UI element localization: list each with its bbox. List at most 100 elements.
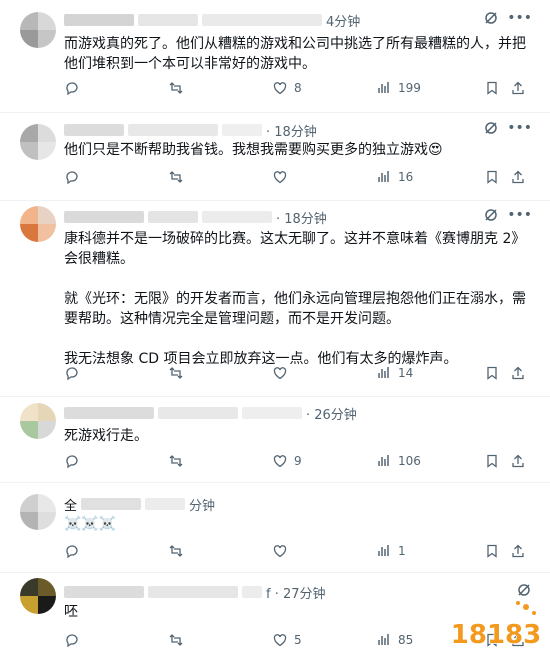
bookmark-button[interactable]	[484, 365, 500, 381]
views-button[interactable]: 199	[376, 80, 421, 96]
tweet[interactable]: · 26分钟 死游戏行走。 9 106	[0, 396, 550, 483]
views-icon	[378, 171, 389, 182]
blurred-username	[64, 407, 154, 419]
reply-icon	[66, 634, 78, 648]
timestamp[interactable]: 分钟	[189, 495, 215, 514]
like-button[interactable]: 5	[272, 632, 302, 648]
retweet-button[interactable]	[168, 365, 190, 381]
blurred-handle	[202, 211, 272, 223]
bookmark-button[interactable]	[484, 169, 500, 185]
share-button[interactable]	[510, 365, 526, 381]
bookmark-icon	[487, 454, 497, 468]
share-icon	[512, 170, 524, 184]
share-button[interactable]	[510, 169, 526, 185]
blurred-username	[158, 407, 238, 419]
avatar[interactable]	[20, 124, 56, 160]
reply-button[interactable]	[64, 632, 86, 648]
share-icon	[512, 544, 524, 558]
grok-icon[interactable]	[483, 10, 499, 26]
bookmark-button[interactable]	[484, 80, 500, 96]
reply-button[interactable]	[64, 365, 86, 381]
grok-icon[interactable]	[516, 582, 532, 598]
share-icon	[512, 454, 524, 468]
like-button[interactable]: 9	[272, 453, 302, 469]
share-button[interactable]	[510, 453, 526, 469]
heart-icon	[273, 367, 287, 380]
watermark-logo: 18183	[450, 601, 542, 651]
like-count: 9	[294, 454, 302, 468]
tweet[interactable]: · 18分钟 ••• 康科德并不是一场破碎的比赛。这太无聊了。这并不意味着《赛博…	[0, 200, 550, 397]
action-bar: 14	[64, 365, 534, 385]
views-button[interactable]: 14	[376, 365, 413, 381]
like-button[interactable]: 8	[272, 80, 302, 96]
bookmark-button[interactable]	[484, 453, 500, 469]
sparkle-icon	[516, 601, 536, 615]
avatar[interactable]	[20, 206, 56, 242]
views-button[interactable]: 16	[376, 169, 413, 185]
views-button[interactable]: 1	[376, 543, 406, 559]
blurred-username	[81, 498, 142, 510]
tweet-paragraph: 就《光环：无限》的开发者而言，他们永远向管理层抱怨他们正在溺水，需要帮助。这种情…	[64, 291, 526, 327]
blurred-username	[148, 586, 238, 598]
blurred-username	[138, 14, 198, 26]
bookmark-button[interactable]	[484, 543, 500, 559]
like-button[interactable]	[272, 169, 294, 185]
more-icon[interactable]: •••	[507, 10, 532, 26]
retweet-button[interactable]	[168, 543, 190, 559]
retweet-icon	[169, 545, 183, 557]
tweet[interactable]: 全 分钟 ☠️☠️☠️ 1	[0, 482, 550, 573]
grok-icon[interactable]	[483, 120, 499, 136]
tweet[interactable]: 4分钟 ••• 而游戏真的死了。他们从糟糕的游戏和公司中挑选了所有最糟糕的人，并…	[0, 0, 550, 113]
reply-button[interactable]	[64, 169, 86, 185]
views-button[interactable]: 85	[376, 632, 413, 648]
like-button[interactable]	[272, 543, 294, 559]
retweet-button[interactable]	[168, 453, 190, 469]
timestamp[interactable]: · 18分钟	[276, 208, 327, 227]
timestamp[interactable]: f · 27分钟	[266, 583, 326, 602]
tweet[interactable]: · 18分钟 ••• 他们只是不断帮助我省钱。我想我需要购买更多的独立游戏😍 1…	[0, 112, 550, 201]
share-button[interactable]	[510, 80, 526, 96]
views-count: 14	[398, 366, 414, 380]
heart-icon	[273, 455, 287, 468]
bookmark-icon	[487, 81, 497, 95]
retweet-button[interactable]	[168, 80, 190, 96]
timestamp[interactable]: · 26分钟	[306, 404, 357, 423]
avatar[interactable]	[20, 494, 56, 530]
action-bar: 1	[64, 543, 534, 563]
action-bar: 9 106	[64, 453, 534, 473]
reply-button[interactable]	[64, 453, 86, 469]
tweet-header: · 26分钟	[64, 403, 357, 423]
views-button[interactable]: 106	[376, 453, 421, 469]
retweet-button[interactable]	[168, 632, 190, 648]
tweet-header: · 18分钟	[64, 120, 317, 140]
reply-button[interactable]	[64, 80, 86, 96]
share-icon	[512, 366, 524, 380]
reply-icon	[66, 82, 78, 96]
views-icon	[378, 82, 389, 93]
blurred-username	[148, 211, 198, 223]
avatar[interactable]	[20, 12, 56, 48]
avatar[interactable]	[20, 403, 56, 439]
grok-icon[interactable]	[483, 207, 499, 223]
tweet-controls	[516, 582, 532, 598]
share-button[interactable]	[510, 543, 526, 559]
timestamp[interactable]: · 18分钟	[266, 121, 317, 140]
avatar[interactable]	[20, 578, 56, 614]
like-button[interactable]	[272, 365, 294, 381]
reply-button[interactable]	[64, 543, 86, 559]
like-count: 8	[294, 81, 302, 95]
views-count: 199	[398, 81, 421, 95]
more-icon[interactable]: •••	[507, 120, 532, 136]
more-icon[interactable]: •••	[507, 207, 532, 223]
tweet-text: 他们只是不断帮助我省钱。我想我需要购买更多的独立游戏😍	[64, 140, 526, 160]
display-name: 全	[64, 498, 78, 514]
tweet-header: 4分钟	[64, 10, 360, 30]
views-icon	[378, 545, 389, 556]
blurred-username	[64, 14, 134, 26]
retweet-button[interactable]	[168, 169, 190, 185]
timestamp[interactable]: 4分钟	[326, 11, 360, 30]
retweet-icon	[169, 455, 183, 467]
action-bar: 16	[64, 169, 534, 189]
blurred-handle	[202, 14, 322, 26]
blurred-username	[128, 124, 218, 136]
